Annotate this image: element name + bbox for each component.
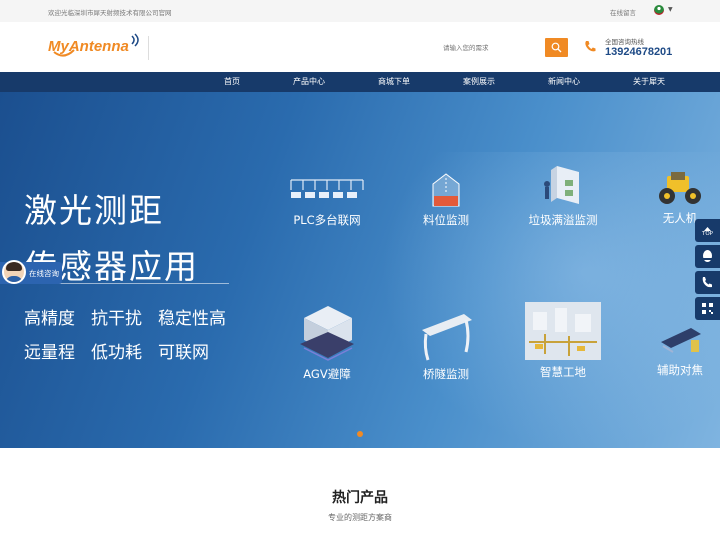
feature-precision: 高精度 (24, 309, 75, 329)
app-label-site: 智慧工地 (540, 365, 586, 379)
hotline-number: 13924678201 (605, 46, 673, 58)
qq-button[interactable] (695, 245, 720, 268)
logo-my: MyAntenna (48, 38, 129, 55)
plc-network-icon (290, 179, 364, 198)
phone-button[interactable] (695, 271, 720, 294)
back-to-top-button[interactable]: TOP (695, 219, 720, 242)
nav-item-home[interactable]: 首页 (202, 72, 262, 92)
nav-item-cases[interactable]: 案例展示 (449, 72, 509, 92)
app-agv[interactable]: AGV避障 (272, 300, 382, 382)
hot-products-title: 热门产品 (332, 490, 388, 506)
chevron-down-icon[interactable]: ▼ (668, 6, 673, 13)
top-bar: 欢迎光临深圳市犀天射频技术有限公司官网 在线留言 ▼ (0, 0, 720, 22)
online-message-link[interactable]: 在线留言 (610, 7, 636, 17)
qrcode-button[interactable] (695, 297, 720, 320)
phone-icon (702, 277, 712, 288)
feature-range: 远量程 (24, 343, 75, 363)
nav-item-shop[interactable]: 商城下单 (364, 72, 424, 92)
logo[interactable]: MyAntenna (48, 32, 140, 62)
app-label-bridge: 桥隧监测 (423, 367, 469, 381)
search-input[interactable] (443, 38, 545, 57)
garbage-bin-icon (544, 166, 579, 204)
app-label-agv: AGV避障 (303, 367, 351, 381)
banner-title-1: 激光测距 (24, 191, 164, 230)
feature-network: 可联网 (158, 343, 209, 363)
top-label: TOP (701, 231, 713, 237)
phone-icon (585, 41, 596, 52)
online-consult-button[interactable]: 在线咨询 (0, 260, 62, 284)
agv-robot-icon (300, 306, 354, 361)
nav-item-products[interactable]: 产品中心 (279, 72, 339, 92)
app-site[interactable]: 智慧工地 (508, 302, 618, 380)
consult-label: 在线咨询 (29, 269, 59, 278)
header: MyAntenna 全国咨询热线 13924678201 (0, 22, 720, 72)
app-plc[interactable]: PLC多台联网 (272, 176, 382, 228)
hero-banner[interactable]: 激光测距 传感器应用 高精度 抗干扰 稳定性高 远量程 低功耗 可联网 PLC多台联网 … (0, 92, 720, 448)
silo-icon (432, 173, 460, 207)
tractor-icon (659, 172, 701, 204)
carousel-dot-active[interactable] (357, 431, 363, 437)
app-label-focus: 辅助对焦 (657, 363, 703, 377)
app-focus[interactable]: 辅助对焦 (625, 322, 720, 378)
header-divider (148, 36, 149, 60)
app-level[interactable]: 料位监测 (391, 172, 501, 228)
camera-focus-icon (661, 328, 701, 353)
nav-item-news[interactable]: 新闻中心 (534, 72, 594, 92)
bridge-icon (422, 314, 472, 361)
construction-site-icon (525, 302, 601, 360)
search-button[interactable] (545, 38, 568, 57)
app-garbage[interactable]: 垃圾满溢监测 (508, 164, 618, 228)
feature-interference: 抗干扰 (91, 309, 142, 329)
qq-icon (703, 250, 712, 262)
app-bridge[interactable]: 桥隧监测 (391, 312, 501, 382)
welcome-text: 欢迎光临深圳市犀天射频技术有限公司官网 (48, 9, 172, 17)
hot-products-subtitle: 专业的测距方案商 (328, 513, 392, 522)
main-nav: 首页 产品中心 商城下单 案例展示 新闻中心 关于犀天 (0, 72, 720, 92)
app-drone[interactable]: 无人机 (625, 170, 720, 226)
app-label-plc: PLC多台联网 (293, 213, 361, 227)
nav-item-about[interactable]: 关于犀天 (619, 72, 679, 92)
qrcode-icon (702, 303, 713, 314)
app-label-garbage: 垃圾满溢监测 (528, 213, 598, 227)
avatar (2, 260, 26, 284)
banner-features-2: 远量程 低功耗 可联网 (24, 338, 225, 363)
feature-stability: 稳定性高 (158, 309, 226, 329)
search-icon (551, 42, 562, 53)
hotline-label: 全国咨询热线 (605, 38, 644, 46)
banner-features-1: 高精度 抗干扰 稳定性高 (24, 304, 242, 329)
flag-icon[interactable] (654, 5, 664, 15)
app-label-level: 料位监测 (423, 213, 469, 227)
feature-power: 低功耗 (91, 343, 142, 363)
